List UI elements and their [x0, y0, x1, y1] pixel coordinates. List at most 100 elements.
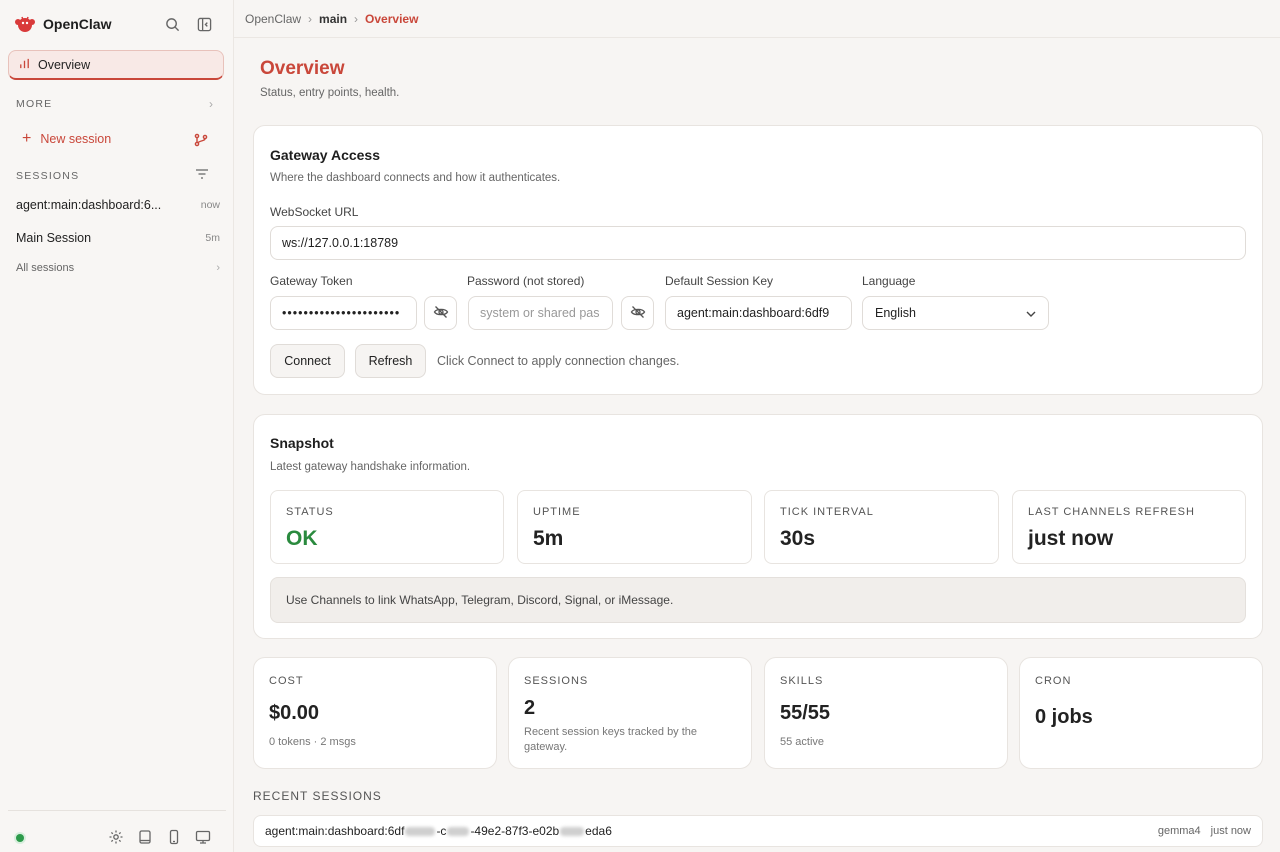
branch-icon[interactable]: [194, 133, 208, 150]
session-time: 5m: [205, 232, 220, 244]
sidebar-footer: [8, 810, 226, 852]
sidebar-item-overview[interactable]: Overview: [8, 50, 224, 80]
language-value: English: [875, 306, 916, 320]
password-input[interactable]: system or shared pas: [468, 296, 613, 330]
password-label: Password (not stored): [467, 274, 585, 288]
cost-card: COST $0.00 0 tokens · 2 msgs: [253, 657, 497, 769]
sidebar: OpenClaw Overview MORE › + New session S…: [0, 0, 234, 852]
gateway-token-label: Gateway Token: [270, 274, 353, 288]
card-title: Gateway Access: [270, 147, 380, 163]
breadcrumb-separator: ›: [354, 11, 359, 26]
metric-label: CRON: [1035, 675, 1072, 687]
stat-value: 5m: [533, 527, 564, 550]
card-title: Snapshot: [270, 435, 334, 451]
breadcrumb-item[interactable]: main: [319, 12, 347, 26]
metric-detail: 0 tokens · 2 msgs: [269, 736, 356, 748]
stat-label: STATUS: [286, 506, 334, 518]
redacted-text: [447, 826, 470, 836]
session-item[interactable]: agent:main:dashboard:6... now: [16, 198, 220, 212]
bar-chart-icon: [18, 57, 31, 73]
book-icon[interactable]: [137, 829, 153, 848]
gear-icon[interactable]: [108, 829, 124, 848]
redacted-text: [405, 826, 436, 836]
cron-card: CRON 0 jobs: [1019, 657, 1263, 769]
brand-name: OpenClaw: [43, 16, 112, 32]
session-item[interactable]: Main Session 5m: [16, 231, 220, 245]
channels-notice: Use Channels to link WhatsApp, Telegram,…: [270, 577, 1246, 623]
recent-sessions-heading: RECENT SESSIONS: [253, 789, 382, 803]
metric-label: SKILLS: [780, 675, 824, 687]
collapse-sidebar-icon[interactable]: [194, 14, 214, 34]
metric-detail: 55 active: [780, 736, 825, 748]
mobile-icon[interactable]: [166, 829, 182, 848]
status-stat: STATUS OK: [270, 490, 504, 564]
stat-label: LAST CHANNELS REFRESH: [1028, 506, 1195, 518]
session-key-part: eda6: [585, 824, 612, 838]
session-time: just now: [1210, 825, 1251, 837]
session-title: Main Session: [16, 231, 92, 245]
chevron-right-icon[interactable]: ›: [209, 97, 213, 111]
toggle-token-visibility-button[interactable]: [424, 296, 457, 330]
page-title: Overview: [260, 58, 345, 79]
connect-button[interactable]: Connect: [270, 344, 345, 378]
toggle-password-visibility-button[interactable]: [621, 296, 654, 330]
gateway-token-input[interactable]: ••••••••••••••••••••••: [270, 296, 417, 330]
metric-value: 55/55: [780, 702, 831, 724]
all-sessions-link[interactable]: All sessions ›: [16, 262, 220, 274]
redacted-text: [560, 826, 585, 836]
metric-label: COST: [269, 675, 304, 687]
stat-value: OK: [286, 527, 318, 550]
eye-off-icon: [433, 304, 449, 323]
stat-label: TICK INTERVAL: [780, 506, 874, 518]
eye-off-icon: [630, 304, 646, 323]
page-subtitle: Status, entry points, health.: [260, 87, 400, 99]
chevron-right-icon: ›: [216, 262, 220, 274]
filter-icon[interactable]: [195, 168, 209, 183]
metric-detail: Recent session keys tracked by the gatew…: [524, 726, 698, 753]
breadcrumb: OpenClaw › main › Overview: [234, 0, 1280, 38]
connection-status-icon: [16, 834, 24, 842]
lobster-logo-icon: [14, 13, 36, 35]
sessions-section-heading: SESSIONS: [16, 170, 80, 182]
stat-label: UPTIME: [533, 506, 581, 518]
language-select[interactable]: English: [862, 296, 1049, 330]
refresh-button[interactable]: Refresh: [355, 344, 426, 378]
metric-value: 2: [524, 697, 536, 719]
breadcrumb-item[interactable]: OpenClaw: [245, 12, 301, 26]
session-key-part: -49e2-87f3-e02b: [470, 824, 560, 838]
uptime-stat: UPTIME 5m: [517, 490, 752, 564]
card-subtitle: Where the dashboard connects and how it …: [270, 172, 561, 184]
recent-session-row[interactable]: agent:main:dashboard:6df -c -49e2-87f3-e…: [253, 815, 1263, 847]
session-time: now: [200, 199, 220, 211]
card-subtitle: Latest gateway handshake information.: [270, 461, 471, 473]
websocket-url-input[interactable]: ws://127.0.0.1:18789: [270, 226, 1246, 260]
new-session-button[interactable]: + New session: [22, 131, 111, 147]
plus-icon: +: [22, 130, 32, 147]
brand[interactable]: OpenClaw: [14, 12, 111, 36]
session-title: agent:main:dashboard:6...: [16, 198, 162, 212]
default-session-key-input[interactable]: agent:main:dashboard:6df9: [665, 296, 852, 330]
websocket-url-label: WebSocket URL: [270, 205, 359, 219]
tick-interval-stat: TICK INTERVAL 30s: [764, 490, 999, 564]
snapshot-card: Snapshot Latest gateway handshake inform…: [253, 414, 1263, 639]
session-key-part: agent:main:dashboard:6df: [265, 824, 405, 838]
language-label: Language: [862, 274, 916, 288]
search-icon[interactable]: [162, 14, 182, 34]
last-channels-refresh-stat: LAST CHANNELS REFRESH just now: [1012, 490, 1246, 564]
chevron-down-icon: [1026, 306, 1036, 320]
monitor-icon[interactable]: [195, 829, 211, 848]
stat-value: 30s: [780, 527, 816, 550]
new-session-label: New session: [40, 132, 112, 146]
default-session-key-label: Default Session Key: [665, 274, 774, 288]
sidebar-item-label: Overview: [38, 57, 91, 72]
all-sessions-label: All sessions: [16, 262, 75, 274]
breadcrumb-separator: ›: [308, 11, 313, 26]
session-model: gemma4: [1157, 825, 1201, 837]
more-section-heading[interactable]: MORE: [16, 98, 52, 110]
connect-hint: Click Connect to apply connection change…: [437, 354, 680, 368]
breadcrumb-current: Overview: [365, 11, 419, 26]
skills-card: SKILLS 55/55 55 active: [764, 657, 1008, 769]
metric-value: $0.00: [269, 702, 320, 724]
session-key-part: -c: [436, 824, 447, 838]
stat-value: just now: [1028, 527, 1114, 550]
